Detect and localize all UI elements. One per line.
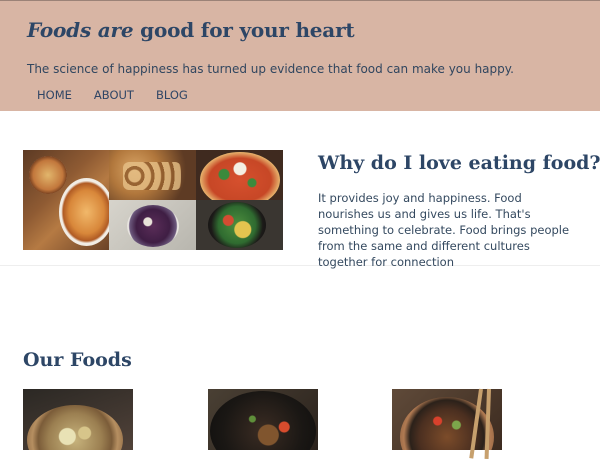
our-foods-heading: Our Foods [23, 349, 132, 371]
site-title: Foods are good for your heart [27, 17, 355, 43]
nav-link-home[interactable]: HOME [37, 87, 72, 103]
collage-tile-pizza [196, 150, 283, 200]
nav-link-blog[interactable]: BLOG [156, 87, 188, 103]
nav-link-about[interactable]: ABOUT [94, 87, 134, 103]
collage-tile-vegetable-bowl [196, 200, 283, 250]
main-navigation: HOME ABOUT BLOG [37, 87, 210, 103]
food-image-grain-bowl [23, 389, 133, 450]
hero-section: Why do I love eating food? It provides j… [0, 111, 600, 269]
site-title-rest: good for your heart [133, 18, 355, 42]
hero-text: It provides joy and happiness. Food nour… [318, 191, 570, 269]
hero-heading: Why do I love eating food? [318, 152, 600, 174]
collage-tile-cinnamon-rolls [23, 150, 109, 250]
food-image-skewers [208, 389, 318, 450]
site-tagline: The science of happiness has turned up e… [27, 62, 514, 76]
food-image-noodle-bowl [392, 389, 502, 450]
food-collage-image [23, 150, 283, 250]
collage-tile-salad [109, 200, 196, 250]
collage-tile-pastries [109, 150, 196, 200]
site-header: Foods are good for your heart The scienc… [0, 0, 600, 111]
site-title-emphasis: Foods are [27, 18, 134, 42]
